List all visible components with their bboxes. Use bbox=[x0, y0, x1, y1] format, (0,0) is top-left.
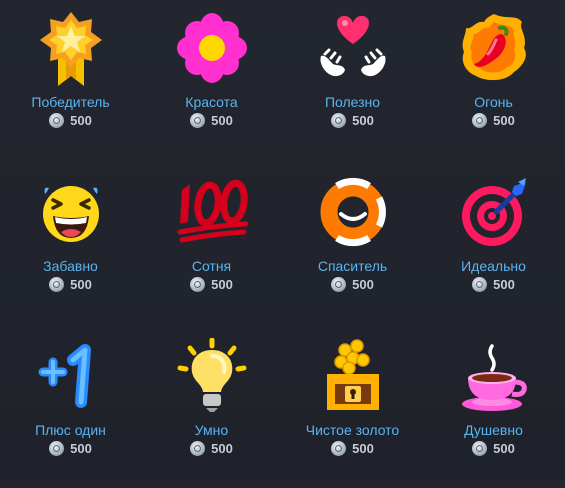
award-winner[interactable]: Победитель 500 bbox=[0, 0, 141, 160]
coin-icon bbox=[331, 113, 347, 128]
award-helpful[interactable]: Полезно 500 bbox=[282, 0, 423, 160]
price-value: 500 bbox=[493, 113, 515, 128]
laughing-face-icon bbox=[0, 170, 141, 254]
award-price: 500 bbox=[423, 277, 564, 292]
award-fire[interactable]: Огонь 500 bbox=[423, 0, 564, 160]
award-beauty[interactable]: Красота 500 bbox=[141, 0, 282, 160]
award-price: 500 bbox=[423, 113, 564, 128]
award-price: 500 bbox=[423, 441, 564, 456]
award-soulful[interactable]: Душевно 500 bbox=[423, 328, 564, 488]
award-hundred[interactable]: Сотня 500 bbox=[141, 164, 282, 324]
treasure-chest-icon bbox=[282, 334, 423, 418]
plus-one-icon bbox=[0, 334, 141, 418]
lightbulb-icon bbox=[141, 334, 282, 418]
award-label: Спаситель bbox=[317, 258, 388, 274]
award-label: Умно bbox=[194, 422, 229, 438]
award-perfect[interactable]: Идеально 500 bbox=[423, 164, 564, 324]
award-label: Чистое золото bbox=[305, 422, 400, 438]
award-savior[interactable]: Спаситель 500 bbox=[282, 164, 423, 324]
hundred-points-icon bbox=[141, 170, 282, 254]
coin-icon bbox=[331, 277, 347, 292]
award-label: Красота bbox=[185, 94, 238, 110]
award-smart[interactable]: Умно 500 bbox=[141, 328, 282, 488]
award-label: Огонь bbox=[474, 94, 513, 110]
award-label: Плюс один bbox=[35, 422, 106, 438]
coin-icon bbox=[472, 113, 488, 128]
flower-icon bbox=[141, 6, 282, 90]
award-plus-one[interactable]: Плюс один 500 bbox=[0, 328, 141, 488]
coin-icon bbox=[190, 113, 206, 128]
award-label: Душевно bbox=[464, 422, 523, 438]
award-price: 500 bbox=[0, 113, 141, 128]
coin-icon bbox=[472, 277, 488, 292]
award-price: 500 bbox=[141, 441, 282, 456]
coin-icon bbox=[49, 441, 65, 456]
medal-icon bbox=[0, 6, 141, 90]
lifebuoy-icon bbox=[282, 170, 423, 254]
coin-icon bbox=[49, 113, 65, 128]
price-value: 500 bbox=[211, 113, 233, 128]
award-pure-gold[interactable]: Чистое золото 500 bbox=[282, 328, 423, 488]
tea-cup-icon bbox=[423, 334, 564, 418]
award-price: 500 bbox=[0, 277, 141, 292]
award-label: Идеально bbox=[461, 258, 526, 274]
hands-heart-icon bbox=[282, 6, 423, 90]
award-price: 500 bbox=[141, 277, 282, 292]
award-label: Забавно bbox=[43, 258, 98, 274]
award-funny[interactable]: Забавно 500 bbox=[0, 164, 141, 324]
price-value: 500 bbox=[70, 277, 92, 292]
price-value: 500 bbox=[70, 441, 92, 456]
fire-pepper-icon bbox=[423, 6, 564, 90]
price-value: 500 bbox=[352, 441, 374, 456]
coin-icon bbox=[472, 441, 488, 456]
price-value: 500 bbox=[352, 277, 374, 292]
award-price: 500 bbox=[141, 113, 282, 128]
award-label: Сотня bbox=[191, 258, 232, 274]
award-price: 500 bbox=[282, 277, 423, 292]
award-grid: Победитель 500 Красота 500 Полезно 500 О… bbox=[0, 0, 565, 480]
coin-icon bbox=[190, 441, 206, 456]
award-price: 500 bbox=[0, 441, 141, 456]
price-value: 500 bbox=[493, 441, 515, 456]
price-value: 500 bbox=[211, 441, 233, 456]
award-label: Полезно bbox=[324, 94, 381, 110]
coin-icon bbox=[49, 277, 65, 292]
coin-icon bbox=[190, 277, 206, 292]
bullseye-icon bbox=[423, 170, 564, 254]
price-value: 500 bbox=[211, 277, 233, 292]
coin-icon bbox=[331, 441, 347, 456]
award-label: Победитель bbox=[31, 94, 110, 110]
award-price: 500 bbox=[282, 441, 423, 456]
award-price: 500 bbox=[282, 113, 423, 128]
price-value: 500 bbox=[352, 113, 374, 128]
price-value: 500 bbox=[70, 113, 92, 128]
price-value: 500 bbox=[493, 277, 515, 292]
